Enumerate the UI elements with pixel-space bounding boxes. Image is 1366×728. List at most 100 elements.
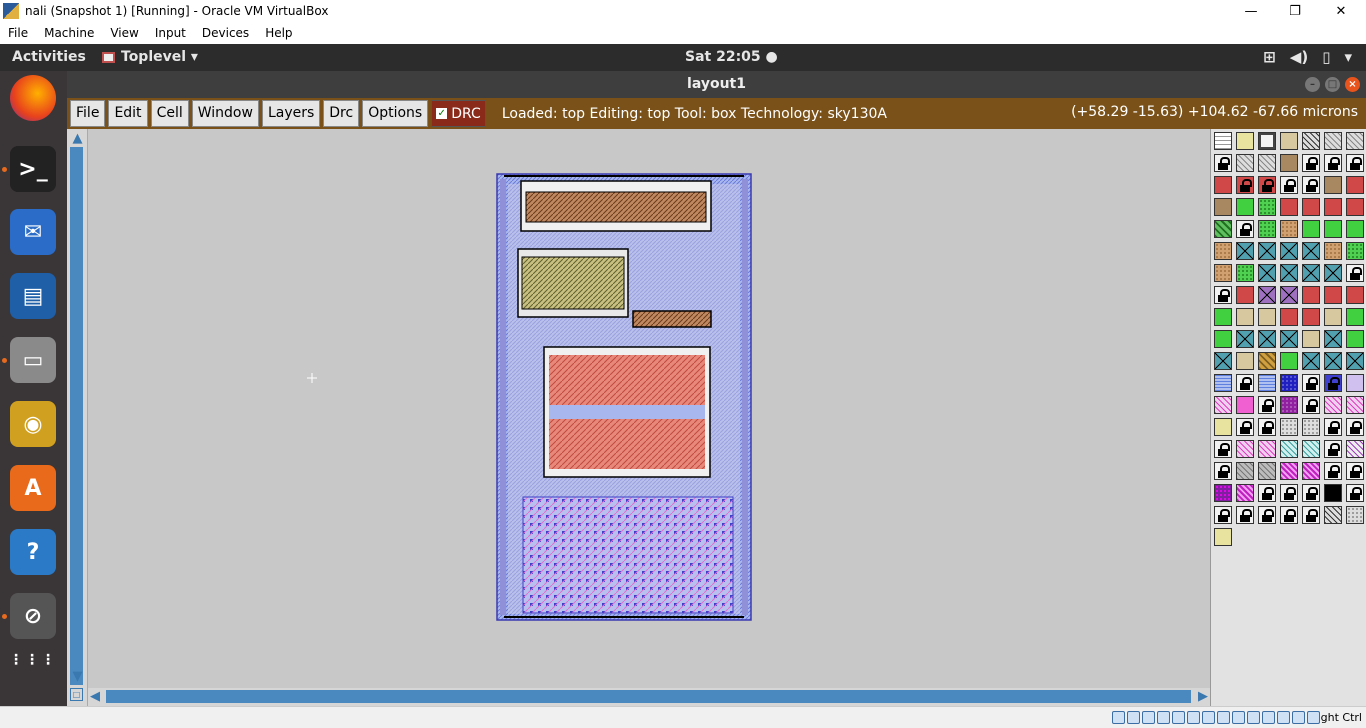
- layer-swatch[interactable]: [1258, 220, 1276, 238]
- layer-lock-icon[interactable]: [1236, 506, 1254, 524]
- layer-swatch[interactable]: [1214, 418, 1232, 436]
- menu-help[interactable]: Help: [257, 26, 300, 40]
- layer-swatch[interactable]: [1280, 264, 1298, 282]
- layer-lock-icon[interactable]: [1236, 418, 1254, 436]
- layer-swatch[interactable]: [1346, 440, 1364, 458]
- layer-swatch[interactable]: [1214, 220, 1232, 238]
- layer-swatch[interactable]: [1302, 440, 1320, 458]
- scroll-right-icon[interactable]: ▶: [1198, 689, 1208, 704]
- layer-swatch[interactable]: [1346, 242, 1364, 260]
- thunderbird-icon[interactable]: ✉: [10, 209, 56, 255]
- layer-swatch[interactable]: [1280, 154, 1298, 172]
- menu-devices[interactable]: Devices: [194, 26, 257, 40]
- layer-swatch[interactable]: [1236, 308, 1254, 326]
- magic-menu-options[interactable]: Options: [362, 100, 429, 127]
- scroll-left-icon[interactable]: ◀: [90, 689, 100, 704]
- layer-lock-icon[interactable]: [1258, 506, 1276, 524]
- layer-swatch[interactable]: [1258, 440, 1276, 458]
- layer-lock-icon[interactable]: [1346, 484, 1364, 502]
- layer-swatch[interactable]: [1280, 418, 1298, 436]
- menu-machine[interactable]: Machine: [36, 26, 102, 40]
- firefox-icon[interactable]: [10, 75, 56, 121]
- writer-icon[interactable]: ▤: [10, 273, 56, 319]
- layer-lock-icon[interactable]: [1258, 418, 1276, 436]
- vm-status-icon[interactable]: [1187, 711, 1200, 724]
- layer-lock-icon[interactable]: [1302, 154, 1320, 172]
- vm-status-icon[interactable]: [1127, 711, 1140, 724]
- maximize-button[interactable]: ❐: [1272, 0, 1318, 22]
- files-icon[interactable]: ▭: [10, 337, 56, 383]
- layer-lock-icon[interactable]: [1280, 484, 1298, 502]
- layer-lock-icon[interactable]: [1324, 154, 1342, 172]
- layer-lock-icon[interactable]: [1214, 440, 1232, 458]
- vm-status-icon[interactable]: [1202, 711, 1215, 724]
- app-grid-icon[interactable]: ⋮⋮⋮: [9, 637, 56, 683]
- layer-lock-icon[interactable]: [1214, 462, 1232, 480]
- layer-swatch[interactable]: [1280, 462, 1298, 480]
- layer-swatch[interactable]: [1324, 352, 1342, 370]
- layer-swatch[interactable]: [1346, 198, 1364, 216]
- layer-swatch[interactable]: [1346, 220, 1364, 238]
- vm-status-icon[interactable]: [1292, 711, 1305, 724]
- layer-lock-icon[interactable]: [1324, 374, 1342, 392]
- layer-swatch[interactable]: [1258, 374, 1276, 392]
- magic-menu-edit[interactable]: Edit: [108, 100, 148, 127]
- layer-swatch[interactable]: [1280, 242, 1298, 260]
- layer-swatch[interactable]: [1280, 308, 1298, 326]
- layer-swatch[interactable]: [1346, 352, 1364, 370]
- terminal-icon[interactable]: >_: [10, 146, 56, 192]
- layer-lock-icon[interactable]: [1280, 176, 1298, 194]
- layer-swatch[interactable]: [1214, 484, 1232, 502]
- layer-swatch[interactable]: [1236, 396, 1254, 414]
- layer-swatch[interactable]: [1214, 308, 1232, 326]
- layer-swatch[interactable]: [1214, 352, 1232, 370]
- layer-swatch[interactable]: [1280, 374, 1298, 392]
- vertical-scroll-track[interactable]: [70, 147, 83, 685]
- layer-lock-icon[interactable]: [1324, 440, 1342, 458]
- horizontal-scroll-track[interactable]: [106, 690, 1191, 703]
- layer-lock-icon[interactable]: [1236, 220, 1254, 238]
- layer-swatch[interactable]: [1324, 132, 1342, 150]
- layer-swatch[interactable]: [1280, 352, 1298, 370]
- layer-swatch[interactable]: [1214, 330, 1232, 348]
- help-icon[interactable]: ?: [10, 529, 56, 575]
- magic-menu-file[interactable]: File: [70, 100, 106, 127]
- layer-swatch[interactable]: [1258, 352, 1276, 370]
- vm-status-icon[interactable]: [1307, 711, 1320, 724]
- minimize-button[interactable]: —: [1228, 0, 1274, 22]
- layer-swatch[interactable]: [1302, 462, 1320, 480]
- layer-swatch[interactable]: [1280, 396, 1298, 414]
- layer-swatch[interactable]: [1280, 286, 1298, 304]
- scroll-down-icon[interactable]: ▼: [70, 669, 85, 684]
- layer-swatch[interactable]: [1214, 242, 1232, 260]
- layer-swatch[interactable]: [1346, 132, 1364, 150]
- layer-swatch[interactable]: [1346, 308, 1364, 326]
- layer-swatch[interactable]: [1302, 286, 1320, 304]
- layer-swatch[interactable]: [1258, 330, 1276, 348]
- layer-lock-icon[interactable]: [1346, 154, 1364, 172]
- vm-status-icon[interactable]: [1217, 711, 1230, 724]
- layer-swatch[interactable]: [1280, 132, 1298, 150]
- layer-swatch[interactable]: [1236, 286, 1254, 304]
- clock[interactable]: Sat 22:05 ●: [685, 49, 778, 65]
- layer-lock-icon[interactable]: [1302, 374, 1320, 392]
- magic-menu-cell[interactable]: Cell: [150, 100, 189, 127]
- layer-swatch[interactable]: [1280, 198, 1298, 216]
- layer-swatch[interactable]: [1236, 484, 1254, 502]
- layer-lock-icon[interactable]: [1346, 418, 1364, 436]
- layer-lock-icon[interactable]: [1258, 484, 1276, 502]
- layer-swatch[interactable]: [1324, 330, 1342, 348]
- zoom-box-icon[interactable]: □: [70, 688, 83, 701]
- activities-button[interactable]: Activities: [12, 49, 86, 65]
- layer-swatch[interactable]: [1258, 462, 1276, 480]
- layer-swatch[interactable]: [1302, 308, 1320, 326]
- layer-swatch[interactable]: [1346, 286, 1364, 304]
- layer-lock-icon[interactable]: [1302, 176, 1320, 194]
- layer-swatch[interactable]: [1324, 220, 1342, 238]
- layer-swatch[interactable]: [1302, 352, 1320, 370]
- layer-swatch[interactable]: [1324, 286, 1342, 304]
- layer-swatch[interactable]: [1214, 264, 1232, 282]
- vm-status-icon[interactable]: [1262, 711, 1275, 724]
- layer-lock-icon[interactable]: [1346, 462, 1364, 480]
- layer-swatch[interactable]: [1258, 132, 1276, 150]
